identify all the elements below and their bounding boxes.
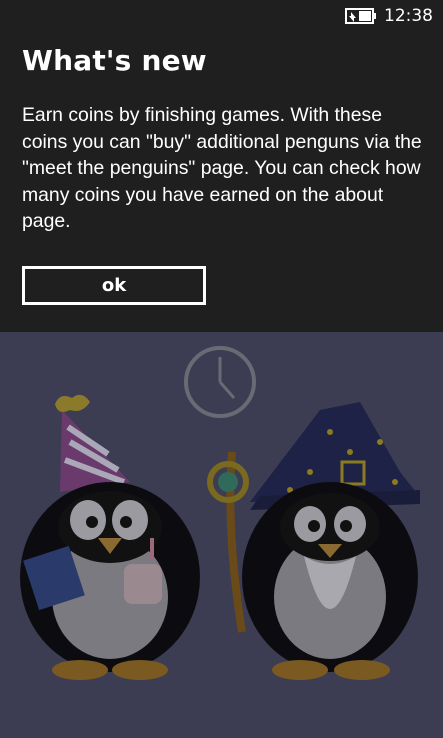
wizard-penguin-icon xyxy=(207,402,420,680)
party-penguin-icon xyxy=(20,394,200,680)
battery-charging-icon xyxy=(345,8,376,24)
status-time: 12:38 xyxy=(384,6,433,26)
whats-new-dialog: What's new Earn coins by finishing games… xyxy=(0,34,443,332)
game-background xyxy=(0,332,443,738)
game-scene-art xyxy=(20,346,420,680)
dialog-message: Earn coins by finishing games. With thes… xyxy=(22,104,422,232)
clock-icon xyxy=(184,346,256,418)
dialog-title: What's new xyxy=(22,44,207,77)
status-bar: 12:38 xyxy=(0,0,443,34)
ok-button[interactable]: ok xyxy=(22,266,206,305)
